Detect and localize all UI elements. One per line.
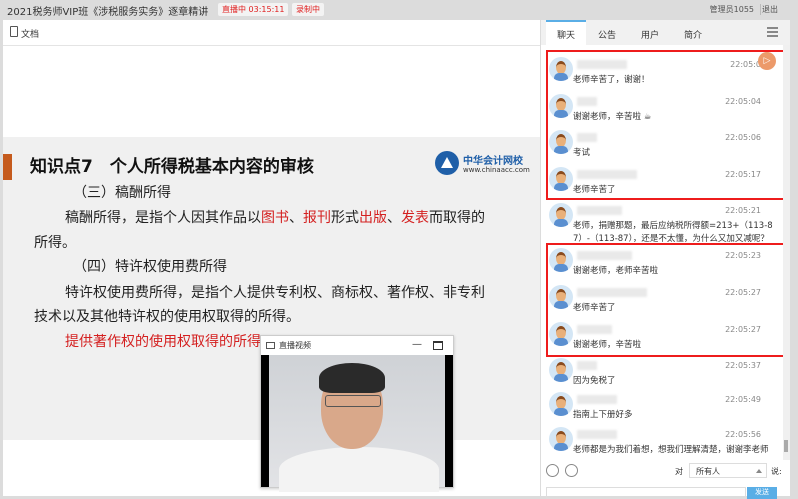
logout-link[interactable]: 退出: [762, 4, 778, 15]
maximize-button[interactable]: [433, 341, 443, 350]
minimize-button[interactable]: —: [412, 339, 422, 350]
message-text: 因为免税了: [573, 376, 616, 386]
slide-accent-bar: [3, 154, 12, 180]
slide-paragraph-3: 提供著作权的使用权取得的所得: [65, 334, 261, 350]
logo-icon: [435, 151, 459, 175]
video-image: [269, 355, 445, 492]
course-title: 2021税务师VIP班《涉税服务实务》逐章精讲: [7, 7, 209, 18]
message-time: 22:05:37: [725, 361, 761, 370]
live-badge: 直播中 03:15:11: [218, 3, 289, 16]
record-badge: 录制中: [292, 3, 324, 16]
blurred-username: [577, 206, 622, 215]
message-time: 22:05:56: [725, 430, 761, 439]
user-name: 管理员1055: [709, 5, 754, 14]
say-label: 说:: [771, 467, 782, 476]
avatar: [549, 427, 573, 451]
blurred-username: [577, 430, 617, 439]
chinaacc-logo: 中华会计网校 www.chinaacc.com: [435, 145, 535, 181]
video-title: 直播视频: [279, 341, 311, 350]
chat-message: 22:05:21 老师，捐赠那题，最后应纳税所得额=213+（113-8 7）-（1…: [541, 201, 781, 244]
document-label: 文档: [21, 30, 40, 40]
avatar: [549, 392, 573, 416]
recipient-select[interactable]: 所有人: [689, 463, 767, 478]
tab-users[interactable]: 用户: [630, 20, 670, 45]
message-time: 22:05:21: [725, 206, 761, 215]
chevron-up-icon: [756, 469, 762, 473]
chat-scrollbar[interactable]: [783, 45, 790, 460]
slide-heading-4: （四）特许权使用费所得: [73, 259, 227, 275]
camera-icon: [266, 342, 275, 349]
avatar: [549, 203, 573, 227]
image-icon[interactable]: [565, 464, 578, 477]
message-text: 老师都是为我们着想，想我们理解清楚，谢谢李老师: [573, 445, 769, 455]
slide-title: 知识点7 个人所得税基本内容的审核: [30, 157, 314, 177]
chat-tabs: 聊天 公告 用户 简介: [541, 20, 790, 45]
video-stream: [261, 355, 453, 492]
slide-paragraph-1-cont: 所得。: [34, 235, 76, 251]
to-label: 对: [675, 467, 683, 476]
chat-message-input[interactable]: [546, 487, 746, 499]
message-text: 指南上下册好多: [573, 410, 633, 420]
send-button[interactable]: 发送: [747, 487, 777, 499]
menu-icon[interactable]: [767, 27, 778, 37]
live-video-window[interactable]: 直播视频 —: [260, 335, 454, 492]
document-icon: [10, 26, 18, 37]
chat-message: 22:05:56 老师都是为我们着想，想我们理解清楚，谢谢李老师: [541, 425, 781, 461]
tab-announcement[interactable]: 公告: [587, 20, 627, 45]
chat-message: 22:05:49 指南上下册好多: [541, 390, 781, 426]
divider: [760, 4, 761, 15]
highlight-box: [546, 243, 786, 357]
logo-name: 中华会计网校: [463, 156, 523, 167]
tab-chat[interactable]: 聊天: [546, 20, 586, 45]
playback-icon[interactable]: ▷: [758, 52, 776, 70]
window-edge: [790, 20, 798, 496]
slide-paragraph-2-cont: 技术以及其他特许权的使用权取得的所得。: [34, 309, 300, 325]
avatar: [549, 358, 573, 382]
blurred-username: [577, 395, 617, 404]
slide-paragraph-1: 稿酬所得，是指个人因其作品以图书、报刊形式出版、发表而取得的: [65, 210, 485, 226]
blurred-username: [577, 361, 597, 370]
document-header: 文档: [3, 20, 540, 46]
video-header[interactable]: 直播视频 —: [261, 336, 453, 355]
emoji-icon[interactable]: [546, 464, 559, 477]
top-bar: 2021税务师VIP班《涉税服务实务》逐章精讲 直播中 03:15:11 录制中…: [0, 0, 798, 20]
logo-url: www.chinaacc.com: [463, 166, 530, 174]
chat-message: 22:05:37 因为免税了: [541, 356, 781, 392]
chat-input-bar: 对 所有人 说:: [541, 460, 790, 482]
scrollbar-thumb[interactable]: [784, 440, 788, 452]
slide-heading-3: （三）稿酬所得: [73, 185, 171, 201]
message-time: 22:05:49: [725, 395, 761, 404]
highlight-box: [546, 50, 786, 200]
tab-intro[interactable]: 简介: [673, 20, 713, 45]
slide-paragraph-2: 特许权使用费所得，是指个人提供专利权、商标权、著作权、非专利: [65, 285, 485, 301]
